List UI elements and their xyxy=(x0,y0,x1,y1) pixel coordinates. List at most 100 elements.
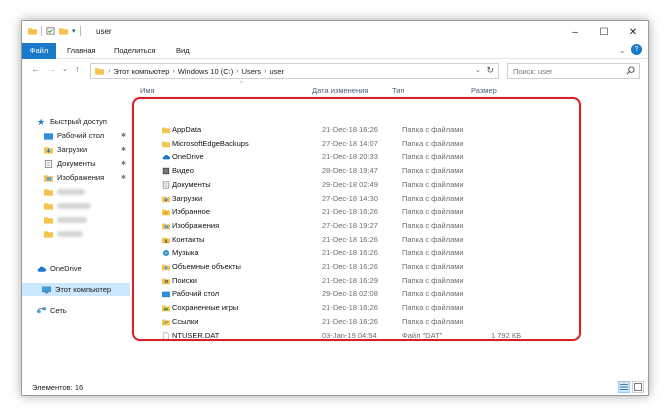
star-icon: ★ xyxy=(37,116,46,127)
folder-icon xyxy=(28,28,37,35)
sidebar-item-documents[interactable]: Документы ✱ xyxy=(44,157,126,170)
folder-icon xyxy=(44,216,53,224)
file-row[interactable]: Ссылки 21-Dec-18 16:26 Папка с файлами xyxy=(140,315,560,329)
file-type: Папка с файлами xyxy=(402,289,464,299)
file-name: Изображения xyxy=(172,220,220,230)
search-icon[interactable] xyxy=(626,66,635,75)
pictures-folder-icon xyxy=(162,223,170,230)
breadcrumb-users[interactable]: Users xyxy=(242,67,262,76)
documents-folder-icon xyxy=(44,159,53,168)
column-header-size[interactable]: Размер xyxy=(471,86,497,95)
tab-view[interactable]: Вид xyxy=(176,43,190,59)
favorites-folder-icon xyxy=(162,209,170,216)
up-button[interactable]: ↑ xyxy=(75,64,80,74)
tab-file[interactable]: Файл xyxy=(22,43,56,59)
ribbon-expand-icon[interactable]: ⌄ xyxy=(619,43,625,59)
file-row[interactable]: Контакты 21-Dec-18 16:26 Папка с файлами xyxy=(140,233,560,247)
column-header-type[interactable]: Тип xyxy=(392,86,405,95)
recent-locations-button[interactable]: ⌄ xyxy=(62,65,68,73)
toolbar-divider xyxy=(41,26,42,36)
details-view-button[interactable] xyxy=(618,381,630,393)
file-row[interactable]: Объемные объекты 21-Dec-18 16:26 Папка с ф… xyxy=(140,260,560,274)
file-row[interactable]: Музыка 21-Dec-18 16:26 Папка с файлами xyxy=(140,246,560,260)
file-type: Папка с файлами xyxy=(402,152,464,162)
tab-share[interactable]: Поделиться xyxy=(114,43,155,59)
sidebar-item-quick-access[interactable]: ★ Быстрый доступ xyxy=(37,115,145,128)
file-date: 21-Dec-18 16:26 xyxy=(322,316,378,326)
pin-icon[interactable]: ✱ xyxy=(121,132,126,139)
file-type: Папка с файлами xyxy=(402,262,464,271)
sidebar-item-this-pc[interactable]: Этот компьютер xyxy=(22,283,130,296)
file-row[interactable]: Избранное 21-Dec-18 16:26 Папка с файлами xyxy=(140,205,560,219)
sidebar-item-desktop[interactable]: Рабочий стол ✱ xyxy=(44,129,126,142)
file-row[interactable]: Видео 28-Dec-18 19:47 Папка с файлами xyxy=(140,164,560,178)
file-name: Контакты xyxy=(172,234,205,244)
sidebar-item-onedrive[interactable]: OneDrive xyxy=(37,262,145,275)
file-row[interactable]: AppData 21-Dec-18 16:26 Папка с файлами xyxy=(140,123,560,137)
file-size: 1 792 КБ xyxy=(491,330,522,340)
sidebar-item-label: Этот компьютер xyxy=(55,285,112,294)
column-header-date[interactable]: Дата изменения xyxy=(312,86,368,95)
file-row[interactable]: Загрузки 27-Dec-18 14:30 Папка с файлами xyxy=(140,192,560,206)
close-button[interactable]: ✕ xyxy=(618,21,648,43)
file-row[interactable]: Поиски 21-Dec-18 16:29 Папка с файлами xyxy=(140,274,560,288)
customize-toolbar-icon[interactable]: ▾ xyxy=(72,27,76,35)
search-box[interactable]: Поиск: user xyxy=(507,63,640,79)
pin-icon[interactable]: ✱ xyxy=(121,174,126,181)
search-input[interactable]: Поиск: user xyxy=(508,67,553,76)
file-type: Папка с файлами xyxy=(402,234,464,244)
file-type: Папка с файлами xyxy=(402,138,464,148)
maximize-button[interactable]: ☐ xyxy=(589,21,619,43)
refresh-button[interactable]: ↻ xyxy=(486,65,494,76)
file-name: Ссылки xyxy=(172,316,199,326)
column-header-name[interactable]: Имя xyxy=(140,86,155,95)
forward-button[interactable]: → xyxy=(47,64,56,74)
links-folder-icon xyxy=(162,319,170,325)
file-row[interactable]: NTUSER.DAT 03-Jan-19 04:54 Файл "DAT" 1 792… xyxy=(140,329,560,343)
pin-icon[interactable]: ✱ xyxy=(121,160,126,167)
file-date: 21-Dec-18 16:29 xyxy=(322,275,378,285)
tab-home[interactable]: Главная xyxy=(67,43,96,59)
breadcrumb-drive-c[interactable]: Windows 10 (C:) xyxy=(178,67,233,76)
file-date: 27-Dec-18 14:07 xyxy=(322,138,378,148)
properties-icon[interactable] xyxy=(46,27,55,35)
quick-access-toolbar: ▾ xyxy=(28,26,81,36)
large-icons-view-button[interactable] xyxy=(632,381,644,393)
file-row[interactable]: MicrosoftEdgeBackups 27-Dec-18 14:07 Папка… xyxy=(140,137,560,151)
breadcrumb-user[interactable]: user xyxy=(270,67,285,76)
cloud-icon xyxy=(37,266,46,272)
sidebar-item-label: OneDrive xyxy=(50,264,82,273)
toolbar-divider xyxy=(79,26,81,36)
address-dropdown-icon[interactable]: ⌄ xyxy=(475,66,481,74)
sidebar-item-network[interactable]: Сеть xyxy=(37,304,145,317)
file-row[interactable]: Рабочий стол 29-Dec-18 02:08 Папка с файла… xyxy=(140,287,560,301)
minimize-button[interactable]: – xyxy=(560,21,590,43)
title-bar: ▾ user – ☐ ✕ xyxy=(22,21,648,43)
file-name: AppData xyxy=(172,125,202,134)
pin-icon[interactable]: ✱ xyxy=(121,146,126,153)
navigation-bar: ← → ⌄ ↑ › Этот компьютер › Windows 10 (C… xyxy=(22,60,648,82)
sidebar-item-downloads[interactable]: Загрузки ✱ xyxy=(44,143,126,156)
file-date: 21-Dec-18 16:26 xyxy=(322,248,378,258)
breadcrumb-this-pc[interactable]: Этот компьютер xyxy=(113,67,169,76)
cloud-icon xyxy=(162,155,170,160)
file-name: OneDrive xyxy=(172,152,204,162)
back-button[interactable]: ← xyxy=(31,64,40,74)
file-row[interactable]: Изображения 27-Dec-18 19:27 Папка с файлам… xyxy=(140,219,560,233)
help-icon[interactable]: ? xyxy=(631,44,642,55)
sidebar-item-label: Документы xyxy=(57,159,96,168)
file-row[interactable]: OneDrive 21-Dec-18 20:33 Папка с файлами xyxy=(140,150,560,164)
file-icon xyxy=(162,332,170,339)
video-folder-icon xyxy=(162,167,170,175)
new-folder-icon[interactable] xyxy=(59,27,68,35)
address-bar[interactable]: › Этот компьютер › Windows 10 (C:) › Use… xyxy=(90,63,499,79)
3d-objects-folder-icon xyxy=(162,264,170,271)
file-type: Папка с файлами xyxy=(402,275,464,285)
music-folder-icon xyxy=(162,250,170,257)
file-name: Сохраненные игры xyxy=(172,303,239,313)
file-row[interactable]: Сохраненные игры 21-Dec-18 16:26 Папка с ф… xyxy=(140,301,560,315)
network-icon xyxy=(37,306,46,313)
file-row[interactable]: Документы 29-Dec-18 02:49 Папка с файлами xyxy=(140,178,560,192)
sidebar-item-pictures[interactable]: Изображения ✱ xyxy=(44,171,126,184)
file-name: Видео xyxy=(172,166,194,176)
